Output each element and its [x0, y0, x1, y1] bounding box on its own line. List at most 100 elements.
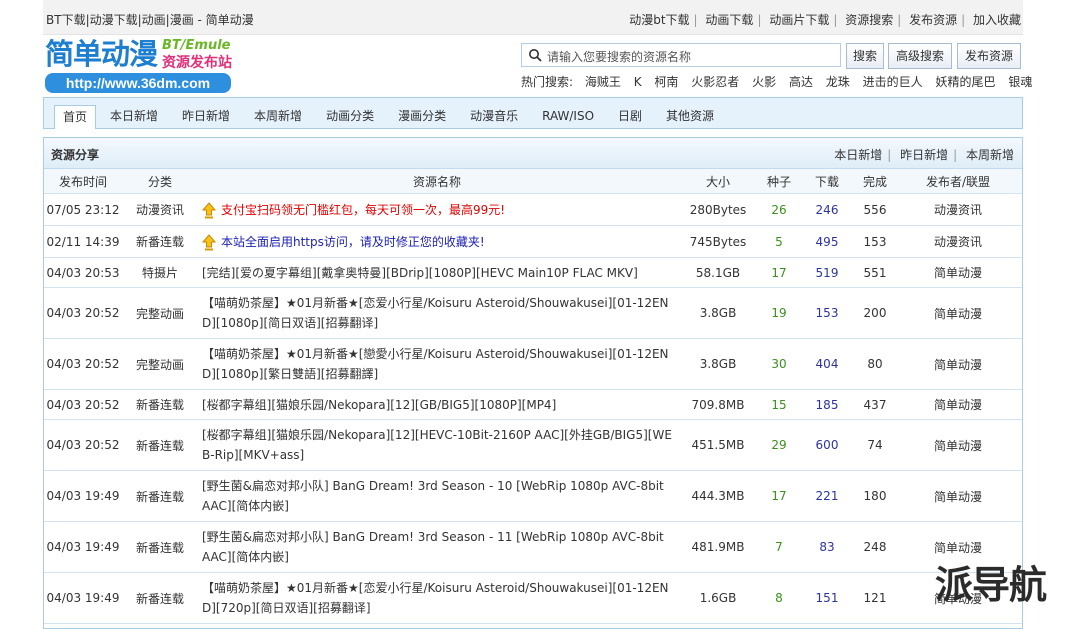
col-name[interactable]: 资源名称 [198, 169, 676, 194]
panel-link-today[interactable]: 本日新增 [834, 148, 882, 162]
tab-music[interactable]: 动漫音乐 [460, 105, 528, 127]
logo-subtitle: 资源发布站 [162, 55, 232, 71]
hot-search-link[interactable]: 火影 [752, 75, 776, 89]
cell-size: 3.8GB [676, 287, 760, 339]
cell-publisher[interactable]: 简单动漫 [894, 419, 1022, 471]
hot-search-link[interactable]: 龙珠 [826, 75, 850, 89]
site-logo[interactable]: 简单动漫 BT/Emule 资源发布站 http://www.36dm.com [45, 38, 235, 96]
cell-name[interactable]: 支付宝扫码领无门槛红包，每天可领一次，最高99元! [198, 193, 676, 226]
tab-raw-iso[interactable]: RAW/ISO [532, 105, 604, 127]
cell-name[interactable]: [桜都字幕组][猫娘乐园/Nekopara][12][HEVC-10Bit-21… [198, 419, 676, 471]
advanced-search-button[interactable]: 高级搜索 [888, 43, 952, 69]
cell-name[interactable]: [野生菌&扁恋对邦小队] BanG Dream! 3rd Season - 11… [198, 521, 676, 573]
cell-category[interactable]: 特摄片 [122, 257, 198, 288]
cell-category[interactable]: 新番连载 [122, 389, 198, 420]
col-size[interactable]: 大小 [676, 169, 760, 194]
tab-other[interactable]: 其他资源 [656, 105, 724, 127]
cell-name[interactable]: [完结][爱の夏字幕组][戴拿奥特曼][BDrip][1080P][HEVC M… [198, 257, 676, 288]
tab-anime[interactable]: 动画分类 [316, 105, 384, 127]
hot-search-link[interactable]: 进击的巨人 [863, 75, 923, 89]
tab-yesterday[interactable]: 昨日新增 [172, 105, 240, 127]
resource-link[interactable]: 本站全面启用https访问，请及时修正您的收藏夹! [221, 235, 485, 249]
panel-link-yesterday[interactable]: 昨日新增 [900, 148, 948, 162]
top-link-resource-search[interactable]: 资源搜索 [845, 13, 893, 27]
search-input[interactable]: 请输入您要搜索的资源名称 [521, 43, 841, 67]
cell-name[interactable]: 【喵萌奶茶屋】★01月新番★[恋爱小行星/Koisuru Asteroid/Sh… [198, 572, 676, 624]
cell-downloads: 600 [798, 419, 856, 471]
site-tagline: BT下载|动漫下载|动画|漫画 - 简单动漫 [46, 13, 254, 27]
resource-link[interactable]: 【喵萌奶茶屋】★01月新番★[恋爱小行星/Koisuru Asteroid/Sh… [202, 581, 669, 615]
table-row: 02/11 14:39 新番连载 本站全面启用https访问，请及时修正您的收藏夹!… [44, 225, 1022, 258]
resource-link[interactable]: [桜都字幕组][猫娘乐园/Nekopara][12][GB/BIG5][1080… [202, 398, 556, 412]
resource-link[interactable]: [桜都字幕组][猫娘乐园/Nekopara][12][HEVC-10Bit-21… [202, 428, 672, 462]
cell-name[interactable]: [桜都字幕组][猫娘乐园/Nekopara][12][GB/BIG5][1080… [198, 389, 676, 420]
cell-category[interactable]: 新番连载 [122, 225, 198, 258]
tab-today[interactable]: 本日新增 [100, 105, 168, 127]
hot-search-link[interactable]: 火影忍者 [691, 75, 739, 89]
cell-publisher[interactable]: 简单动漫 [894, 257, 1022, 288]
cell-name[interactable]: 本站全面启用https访问，请及时修正您的收藏夹! [198, 225, 676, 258]
cell-publisher[interactable]: 动漫资讯 [894, 193, 1022, 226]
cell-publisher[interactable]: 简单动漫 [894, 338, 1022, 390]
cell-time: 02/11 14:39 [44, 225, 122, 258]
cell-category[interactable]: 完整动画 [122, 338, 198, 390]
cell-size: 451.5MB [676, 419, 760, 471]
cell-publisher[interactable]: 简单动漫 [894, 470, 1022, 522]
cell-done: 74 [856, 419, 894, 471]
hot-search-link[interactable]: 妖精的尾巴 [935, 75, 995, 89]
cell-publisher[interactable]: 动漫资讯 [894, 225, 1022, 258]
top-link-bookmark[interactable]: 加入收藏 [973, 13, 1021, 27]
publish-button[interactable]: 发布资源 [957, 43, 1021, 69]
top-link-bt-download[interactable]: 动漫bt下载 [629, 13, 689, 27]
logo-en: BT/Emule [162, 38, 231, 53]
tab-manga[interactable]: 漫画分类 [388, 105, 456, 127]
resource-link[interactable]: 支付宝扫码领无门槛红包，每天可领一次，最高99元! [221, 203, 505, 217]
cell-time: 07/05 23:12 [44, 193, 122, 226]
cell-name[interactable]: [野生菌&扁恋对邦小队] BanG Dream! 3rd Season - 10… [198, 470, 676, 522]
cell-size: 3.8GB [676, 338, 760, 390]
cell-time: 04/03 20:52 [44, 287, 122, 339]
cell-done: 121 [856, 572, 894, 624]
col-downloads[interactable]: 下载 [798, 169, 856, 194]
hot-search-link[interactable]: K [634, 75, 642, 89]
resource-link[interactable]: 【喵萌奶茶屋】★01月新番★[恋爱小行星/Koisuru Asteroid/Sh… [202, 296, 669, 330]
cell-done: 556 [856, 193, 894, 226]
tab-drama[interactable]: 日剧 [608, 105, 652, 127]
cell-category[interactable]: 新番连载 [122, 470, 198, 522]
cell-category[interactable]: 新番连载 [122, 521, 198, 573]
col-publisher[interactable]: 发布者/联盟 [894, 169, 1022, 194]
cell-category[interactable]: 完整动画 [122, 287, 198, 339]
cell-time: 04/03 20:52 [44, 419, 122, 471]
top-link-cartoon-download[interactable]: 动画片下载 [769, 13, 829, 27]
hot-search-link[interactable]: 柯南 [654, 75, 678, 89]
cell-name[interactable]: 【喵萌奶茶屋】★01月新番★[戀愛小行星/Koisuru Asteroid/Sh… [198, 338, 676, 390]
resource-link[interactable]: [野生菌&扁恋对邦小队] BanG Dream! 3rd Season - 10… [202, 479, 664, 513]
table-row: 04/03 19:49 新番连载 [野生菌&扁恋对邦小队] BanG Dream! … [44, 521, 1022, 573]
hot-search-link[interactable]: 高达 [789, 75, 813, 89]
panel-link-week[interactable]: 本周新增 [966, 148, 1014, 162]
resource-link[interactable]: [完结][爱の夏字幕组][戴拿奥特曼][BDrip][1080P][HEVC M… [202, 266, 638, 280]
cell-done: 80 [856, 338, 894, 390]
hot-search-link[interactable]: 银魂 [1008, 75, 1032, 89]
cell-publisher[interactable]: 简单动漫 [894, 287, 1022, 339]
top-link-anime-download[interactable]: 动画下载 [705, 13, 753, 27]
resource-link[interactable]: [野生菌&扁恋对邦小队] BanG Dream! 3rd Season - 11… [202, 530, 664, 564]
tab-home[interactable]: 首页 [54, 105, 97, 129]
resource-panel: 资源分享 本日新增 | 昨日新增 | 本周新增 发布时间 分类 资源名称 大小 种子… [43, 137, 1023, 629]
logo-name: 简单动漫 [45, 37, 158, 71]
hot-search-link[interactable]: 海贼王 [585, 75, 621, 89]
tab-this-week[interactable]: 本周新增 [244, 105, 312, 127]
top-link-publish[interactable]: 发布资源 [909, 13, 957, 27]
cell-category[interactable]: 动漫资讯 [122, 193, 198, 226]
col-time[interactable]: 发布时间 [44, 169, 122, 194]
col-seeds[interactable]: 种子 [760, 169, 798, 194]
cell-name[interactable]: 【喵萌奶茶屋】★01月新番★[恋爱小行星/Koisuru Asteroid/Sh… [198, 287, 676, 339]
cell-category[interactable]: 新番连载 [122, 572, 198, 624]
watermark: 派导航 [935, 563, 1047, 607]
cell-category[interactable]: 新番连载 [122, 419, 198, 471]
cell-publisher[interactable]: 简单动漫 [894, 389, 1022, 420]
resource-link[interactable]: 【喵萌奶茶屋】★01月新番★[戀愛小行星/Koisuru Asteroid/Sh… [202, 347, 669, 381]
search-button[interactable]: 搜索 [846, 43, 884, 69]
col-done[interactable]: 完成 [856, 169, 894, 194]
col-category[interactable]: 分类 [122, 169, 198, 194]
